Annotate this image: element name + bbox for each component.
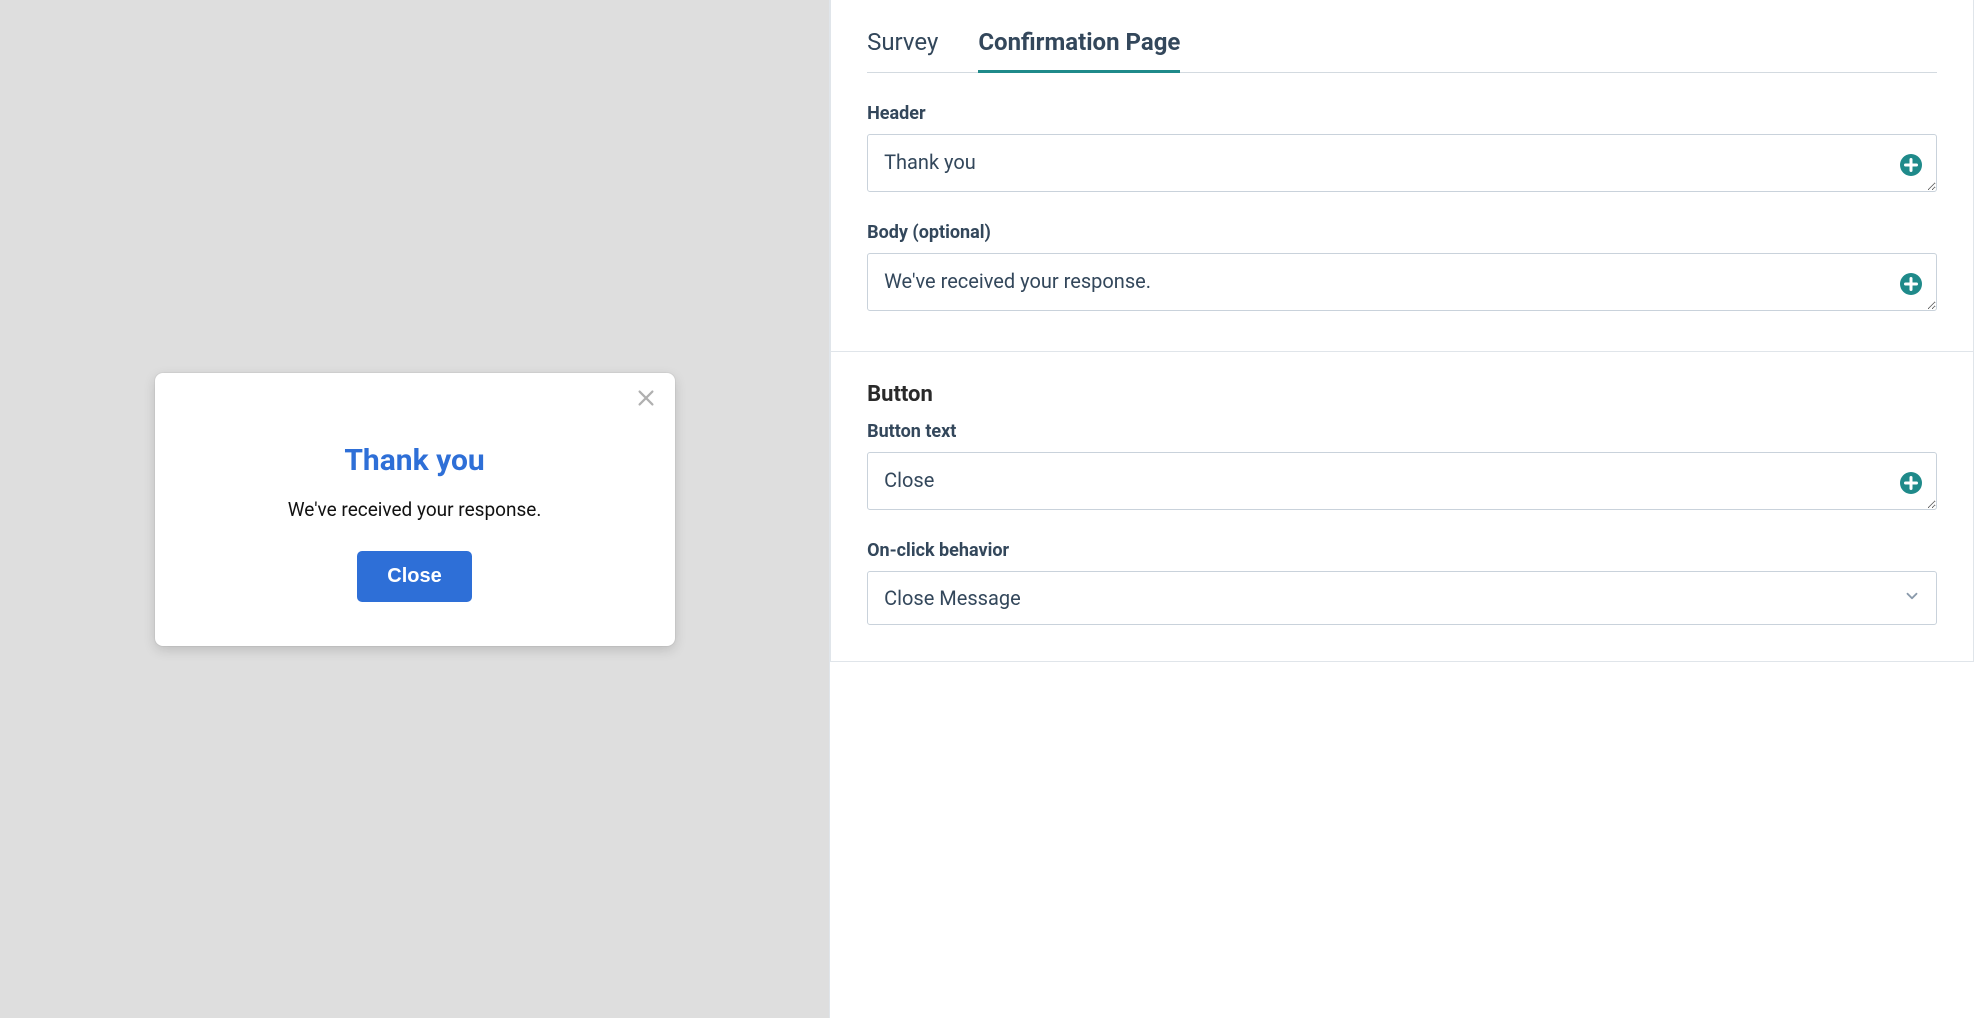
preview-header: Thank you — [185, 443, 645, 478]
header-label: Header — [867, 103, 1937, 124]
field-button-text: Button text — [867, 421, 1937, 514]
tab-confirmation-page[interactable]: Confirmation Page — [978, 28, 1180, 73]
section-button: Button Button text — [831, 351, 1973, 661]
field-body: Body (optional) — [867, 222, 1937, 315]
field-header: Header — [867, 103, 1937, 196]
field-onclick-behavior: On-click behavior Close Message — [867, 540, 1937, 625]
close-icon[interactable] — [635, 387, 657, 409]
button-section-title: Button — [867, 382, 1937, 407]
preview-close-button[interactable]: Close — [357, 551, 471, 602]
onclick-label: On-click behavior — [867, 540, 1937, 561]
tab-survey[interactable]: Survey — [867, 28, 938, 73]
plus-circle-icon[interactable] — [1899, 153, 1923, 177]
preview-modal: Thank you We've received your response. … — [155, 373, 675, 646]
editor-tabs: Survey Confirmation Page — [867, 0, 1937, 73]
section-content: Header Body (optional) — [831, 73, 1973, 351]
button-text-label: Button text — [867, 421, 1937, 442]
header-input[interactable] — [867, 134, 1937, 192]
plus-circle-icon[interactable] — [1899, 471, 1923, 495]
body-input[interactable] — [867, 253, 1937, 311]
button-text-input[interactable] — [867, 452, 1937, 510]
preview-pane: Thank you We've received your response. … — [0, 0, 829, 1018]
plus-circle-icon[interactable] — [1899, 272, 1923, 296]
onclick-select[interactable]: Close Message — [867, 571, 1937, 625]
editor-pane: Survey Confirmation Page Header — [829, 0, 1974, 1018]
body-label: Body (optional) — [867, 222, 1937, 243]
preview-body: We've received your response. — [185, 498, 645, 521]
